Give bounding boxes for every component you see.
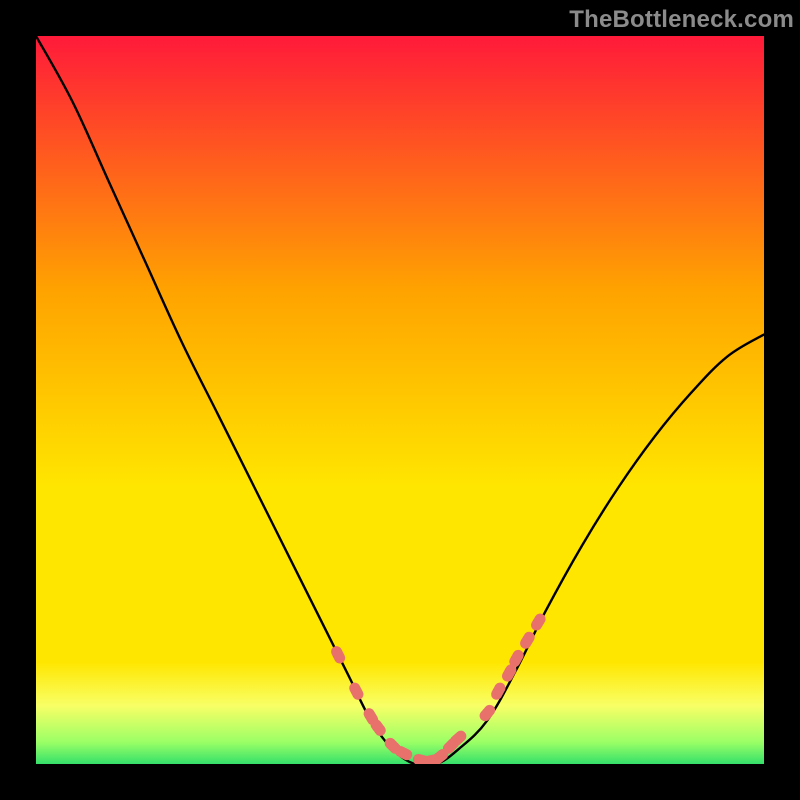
chart-frame: TheBottleneck.com <box>0 0 800 800</box>
watermark-label: TheBottleneck.com <box>569 6 794 34</box>
chart-svg <box>36 36 764 764</box>
gradient-background <box>36 36 764 764</box>
plot-area <box>36 36 764 764</box>
